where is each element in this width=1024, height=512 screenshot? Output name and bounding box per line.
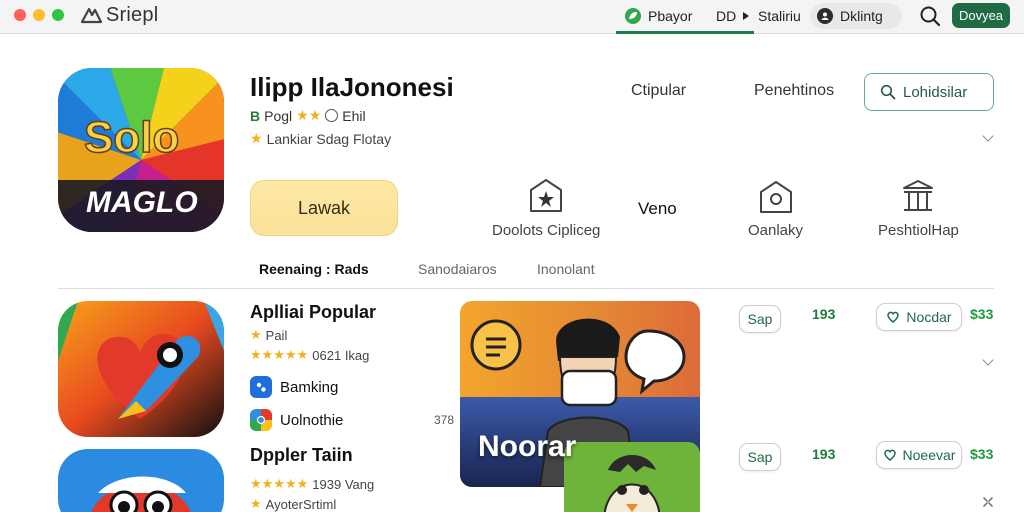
row2-price: $33 (970, 446, 994, 462)
header-link-popular[interactable]: Ctipular (631, 82, 686, 100)
feature-downloads-label: Doolots Cipliceg (492, 222, 601, 239)
feature-security-label: Oanlaky (748, 222, 804, 239)
zoom-window-button[interactable] (52, 9, 64, 21)
rating-stars: ★★★★★ (250, 347, 309, 362)
search-icon[interactable] (918, 4, 942, 28)
app-title: Ilipp IlaJononesi (250, 72, 454, 102)
account-icon (817, 8, 833, 24)
nav-dp-tab[interactable]: DD (716, 5, 750, 27)
nav-sta-label: Staliriu (758, 8, 801, 24)
heart-icon (883, 449, 896, 461)
minimize-window-button[interactable] (33, 9, 45, 21)
row2-install-chip[interactable]: Noeevar (876, 441, 962, 469)
row1-app-icon[interactable] (58, 301, 224, 437)
row1-side-number: 378 (434, 413, 455, 427)
active-tab-indicator (616, 31, 754, 34)
search-icon (880, 84, 896, 100)
nav-sta-tab[interactable]: Staliriu (758, 5, 801, 27)
rating-stars: ★★★★★ (250, 476, 309, 491)
nav-dp-label: DD (716, 8, 737, 24)
tab-information[interactable]: Inonolant (537, 261, 595, 277)
row1-meta: ★ Pail (250, 327, 287, 343)
row2-rating-text: 1939 Vang (312, 476, 375, 492)
row1-sub-item-label: Uolnothie (280, 411, 344, 429)
star-icon: ★ (250, 327, 262, 342)
star-icon: ★ (250, 130, 263, 146)
tab-reviews[interactable]: Reenaing : Rads (259, 261, 369, 277)
row2-meta-text: AyoterSrtiml (265, 496, 337, 512)
row1-count: 193 (812, 306, 836, 322)
app-category-text: Lankiar Sdag Flotay (266, 130, 392, 147)
row2-rating: ★★★★★ 1939 Vang (250, 476, 374, 492)
app-category-line: ★ Lankiar Sdag Flotay (250, 130, 391, 147)
install-button[interactable]: Lawak (250, 180, 398, 236)
row2-install-label: Noeevar (902, 447, 956, 463)
more-options-icon[interactable] (982, 496, 994, 508)
row1-meta-text: Pail (265, 327, 288, 343)
tab-screenshots[interactable]: Sanodaiaros (418, 261, 497, 277)
play-leaf-icon (625, 8, 641, 24)
feature-help[interactable]: PeshtiolHap (878, 178, 959, 239)
svg-text:Solo: Solo (84, 113, 179, 162)
app-meta-line: B Pogl ★★ Ehil (250, 107, 366, 124)
row2-app-icon[interactable] (58, 449, 224, 512)
row1-sub-item-label: Bamking (280, 378, 339, 396)
feature-security[interactable]: Oanlaky (748, 180, 803, 239)
nav-play-label: Pbayor (648, 8, 693, 24)
top-action-button[interactable]: Dovyea (952, 3, 1010, 28)
row2-size-chip[interactable]: Sap (739, 443, 781, 471)
app-meta-extra: Ehil (342, 107, 366, 124)
row2-meta: ★ AyoterSrtiml (250, 496, 336, 512)
header-search-label: Lohidsilar (903, 83, 968, 101)
row1-install-label: Nocdar (906, 309, 952, 325)
chevron-down-icon[interactable] (982, 130, 994, 142)
row1-size-chip[interactable]: Sap (739, 305, 781, 333)
play-arrow-icon (743, 12, 750, 20)
feature-help-label: PeshtiolHap (878, 222, 959, 239)
app-badge-icon (250, 376, 272, 398)
nav-play-tab[interactable]: Pbayor (624, 5, 692, 27)
header-link-permissions[interactable]: Penehtinos (754, 82, 834, 100)
close-window-button[interactable] (14, 9, 26, 21)
heart-icon (887, 311, 900, 323)
grade-badge: B (250, 107, 261, 124)
featured-banner-secondary[interactable] (564, 442, 700, 512)
pentagon-shield-icon (759, 181, 792, 213)
app-meta-text: Pogl (264, 107, 293, 124)
feature-version-label: Veno (638, 199, 677, 218)
window-title: Sriepl (106, 4, 159, 26)
feature-downloads[interactable]: Doolots Cipliceg (492, 178, 600, 239)
feature-version: Veno (638, 199, 677, 219)
row1-rating-text: 0621 Ikag (312, 347, 370, 363)
row1-sub-item-online[interactable]: Uolnothie (250, 409, 343, 431)
hero-app-icon[interactable]: Solo MAGLO (58, 68, 224, 232)
row2-count: 193 (812, 446, 836, 462)
row1-rating: ★★★★★ 0621 Ikag (250, 347, 369, 363)
row2-title: Dppler Taiin (250, 445, 353, 465)
svg-text:MAGLO: MAGLO (86, 186, 198, 219)
banner-title: Noorar (478, 430, 577, 463)
row1-sub-item-banking[interactable]: Bamking (250, 376, 338, 398)
chevron-down-icon[interactable] (982, 354, 994, 366)
row1-install-chip[interactable]: Nocdar (876, 303, 962, 331)
shield-star-icon (530, 179, 563, 212)
app-logo-icon (80, 7, 103, 24)
account-pill[interactable]: Dklintg (810, 3, 902, 29)
building-icon (903, 180, 934, 211)
row1-title: Aplliai Popular (250, 302, 377, 322)
rating-stars: ★★ (296, 107, 322, 123)
row1-price: $33 (970, 306, 994, 322)
section-divider (58, 288, 994, 289)
star-icon: ★ (250, 496, 262, 511)
header-search-button[interactable]: Lohidsilar (864, 73, 994, 111)
clock-icon (325, 109, 339, 122)
title-bar: Sriepl Pbayor DD Staliriu Dklintg Dovyea (0, 0, 1024, 34)
account-pill-label: Dklintg (840, 8, 883, 24)
chrome-icon (250, 409, 272, 431)
